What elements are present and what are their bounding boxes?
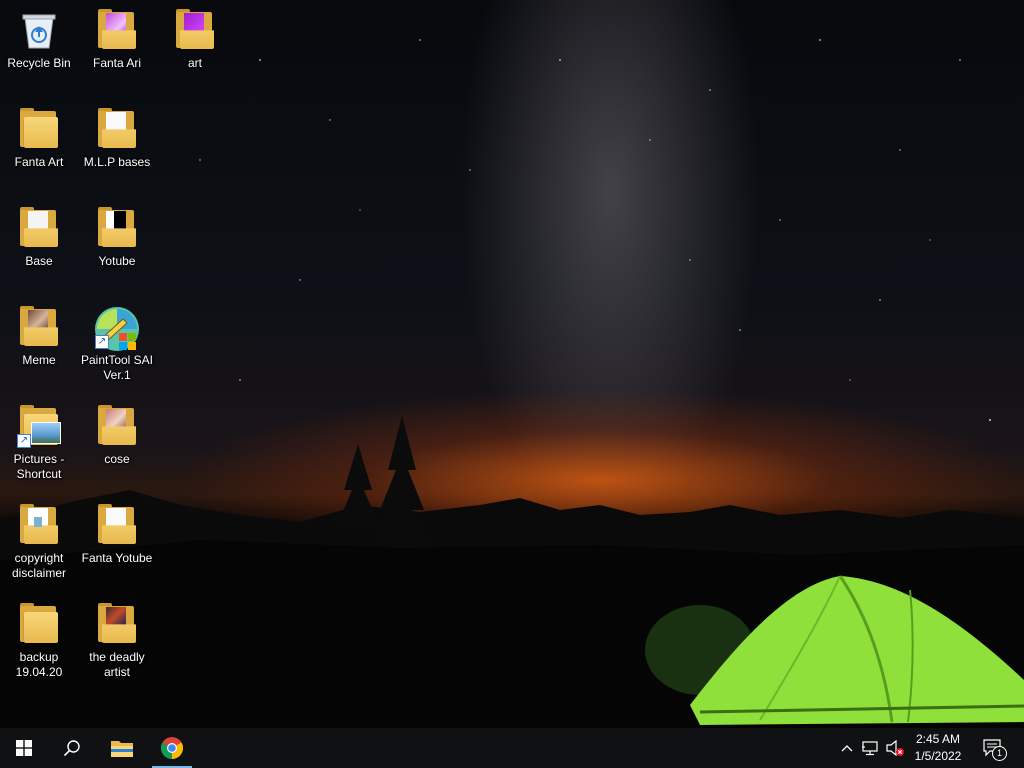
folder-icon <box>173 8 217 52</box>
desktop-icon-base[interactable]: Base <box>0 206 78 269</box>
network-button[interactable] <box>861 738 881 758</box>
folder-icon <box>95 107 139 151</box>
desktop-icon-label: Fanta Ari <box>92 56 142 70</box>
folder-icon <box>17 206 61 250</box>
show-hidden-icons-button[interactable] <box>837 738 857 758</box>
desktop-icon-recycle-bin[interactable]: Recycle Bin <box>0 8 78 71</box>
volume-muted-icon <box>886 740 904 756</box>
desktop-icon-backup[interactable]: backup 19.04.20 <box>0 602 78 680</box>
painttool-sai-icon: ↗ <box>95 305 139 351</box>
chevron-up-icon <box>841 745 853 752</box>
taskbar-clock[interactable]: 2:45 AM 1/5/2022 <box>910 731 966 765</box>
desktop-icon-label: Fanta Yotube <box>81 551 153 565</box>
desktop-icon-meme[interactable]: Meme <box>0 305 78 368</box>
folder-icon <box>17 305 61 349</box>
desktop-icon-fanta-yotube[interactable]: Fanta Yotube <box>78 503 156 566</box>
network-icon <box>862 741 878 756</box>
windows-start-icon <box>16 740 32 756</box>
desktop-icon-label: the deadly artist <box>89 650 145 679</box>
folder-shortcut-icon: ↗ <box>17 404 61 448</box>
action-center-button[interactable]: 1 <box>980 738 1007 761</box>
desktop-icon-label: Recycle Bin <box>7 56 71 70</box>
text-document-icon <box>17 503 61 547</box>
folder-icon <box>95 206 139 250</box>
desktop-icon-label: Yotube <box>98 254 136 268</box>
start-button[interactable] <box>0 728 48 768</box>
desktop-icon-copyright-disclaimer[interactable]: copyright disclaimer <box>0 503 78 581</box>
volume-button[interactable] <box>885 738 905 758</box>
desktop-icon-label: Pictures - Shortcut <box>13 452 65 481</box>
notification-count-badge: 1 <box>992 746 1007 761</box>
desktop-icon-fanta-ari[interactable]: Fanta Ari <box>78 8 156 71</box>
folder-icon <box>17 107 61 151</box>
desktop-icon-label: art <box>187 56 202 70</box>
desktop-icon-label: Base <box>25 254 53 268</box>
desktop-icon-label: cose <box>104 452 130 466</box>
desktop-icon-painttool-sai[interactable]: ↗ PaintTool SAI Ver.1 <box>78 305 156 383</box>
folder-icon <box>17 602 61 646</box>
desktop-icon-mlp-bases[interactable]: M.L.P bases <box>78 107 156 170</box>
clock-time: 2:45 AM <box>915 732 961 746</box>
desktop-icon-pictures-shortcut[interactable]: ↗ Pictures - Shortcut <box>0 404 78 482</box>
folder-icon <box>95 404 139 448</box>
desktop-icon-label: PaintTool SAI Ver.1 <box>80 353 154 382</box>
shortcut-arrow-icon: ↗ <box>95 335 109 349</box>
file-explorer-icon <box>111 741 133 757</box>
desktop-icon-cose[interactable]: cose <box>78 404 156 467</box>
taskbar: 2:45 AM 1/5/2022 1 <box>0 728 1024 768</box>
chrome-icon <box>161 737 183 759</box>
desktop-icon-label: copyright disclaimer <box>11 551 66 580</box>
desktop-icon-fanta-art[interactable]: Fanta Art <box>0 107 78 170</box>
desktop-icon-label: M.L.P bases <box>83 155 151 169</box>
taskbar-chrome[interactable] <box>148 728 196 768</box>
desktop-icon-label: Fanta Art <box>14 155 64 169</box>
desktop-icon-yotube[interactable]: Yotube <box>78 206 156 269</box>
folder-icon <box>95 503 139 547</box>
taskbar-file-explorer[interactable] <box>98 728 146 768</box>
folder-icon <box>95 602 139 646</box>
desktop-icon-label: backup 19.04.20 <box>15 650 63 679</box>
desktop-icon-art[interactable]: art <box>156 8 234 71</box>
search-button[interactable] <box>48 728 96 768</box>
desktop-icon-label: Meme <box>22 353 56 367</box>
desktop-icon-the-deadly-artist[interactable]: the deadly artist <box>78 602 156 680</box>
folder-icon <box>95 8 139 52</box>
recycle-bin-icon <box>17 8 61 52</box>
clock-date: 1/5/2022 <box>914 749 962 763</box>
shortcut-arrow-icon: ↗ <box>17 434 31 448</box>
search-icon <box>63 740 80 757</box>
